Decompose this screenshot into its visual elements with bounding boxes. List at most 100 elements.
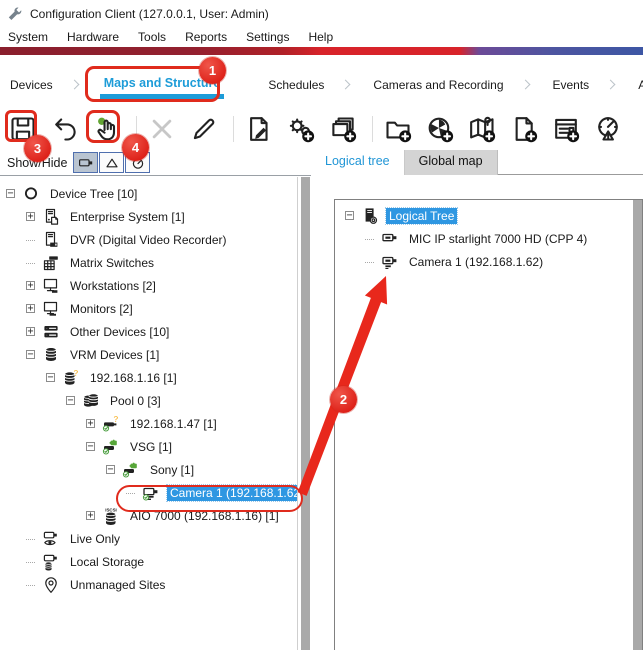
tree-item-label: Sony [1]	[147, 462, 197, 478]
tree-item-label: VSG [1]	[127, 439, 175, 455]
tree-item[interactable]: + Monitors [2]	[0, 297, 297, 320]
tree-item[interactable]: − Device Tree [10]	[0, 182, 297, 205]
tree-item[interactable]: − Logical Tree	[335, 204, 642, 227]
tree-item-icon	[41, 277, 60, 295]
menu-help[interactable]: Help	[308, 30, 333, 44]
tree-item[interactable]: Unmanaged Sites	[0, 573, 297, 596]
tree-item[interactable]: Live Only	[0, 527, 297, 550]
menu-reports[interactable]: Reports	[185, 30, 227, 44]
tree-expander[interactable]: +	[26, 281, 35, 290]
add-resource-button[interactable]	[551, 114, 581, 144]
tree-item[interactable]: − VSG [1]	[0, 435, 297, 458]
tree-item-icon	[380, 253, 399, 271]
chevron-right-icon	[341, 80, 351, 90]
tree-item[interactable]: Camera 1 (192.168.1.62)	[0, 481, 297, 504]
tree-item-label: Device Tree [10]	[47, 186, 140, 202]
tree-item-icon	[41, 553, 60, 571]
show-hide-bar: Show/Hide	[0, 150, 311, 176]
add-sequence-button[interactable]	[425, 114, 455, 144]
tree-item[interactable]: Matrix Switches	[0, 251, 297, 274]
tree-expander[interactable]: −	[345, 211, 354, 220]
pan-select-button[interactable]	[92, 114, 122, 144]
add-folder-button[interactable]	[383, 114, 413, 144]
tree-item-label: Pool 0 [3]	[107, 393, 164, 409]
tree-expander[interactable]: +	[26, 212, 35, 221]
add-map-button[interactable]	[467, 114, 497, 144]
menu-system[interactable]: System	[8, 30, 48, 44]
tree-item[interactable]: + ? 192.168.1.47 [1]	[0, 412, 297, 435]
tree-item-label: VRM Devices [1]	[67, 347, 162, 363]
tree-item-icon	[21, 185, 40, 203]
delete-button[interactable]	[147, 114, 177, 144]
tree-expander	[26, 585, 35, 586]
add-copies-button[interactable]	[328, 114, 358, 144]
svg-text:iSCSI: iSCSI	[105, 507, 116, 512]
edit-button[interactable]	[189, 114, 219, 144]
tree-item-label: AIO 7000 (192.168.1.16) [1]	[127, 508, 282, 524]
configuration-client-window: Configuration Client (127.0.0.1, User: A…	[0, 0, 643, 650]
tab-maps-and-structure[interactable]: Maps and Structure	[104, 76, 221, 90]
tree-item-label: Other Devices [10]	[67, 324, 172, 340]
tab-alarms[interactable]: Alarms	[638, 78, 643, 92]
device-tree-scrollbar[interactable]	[301, 177, 310, 650]
tab-logical-tree[interactable]: Logical tree	[311, 150, 405, 175]
chevron-right-icon	[606, 80, 616, 90]
save-button[interactable]	[8, 114, 38, 144]
tree-expander[interactable]: −	[6, 189, 15, 198]
tree-expander[interactable]: +	[86, 511, 95, 520]
tree-expander[interactable]: −	[106, 465, 115, 474]
svg-text:?: ?	[113, 415, 118, 424]
tree-expander[interactable]: −	[46, 373, 55, 382]
device-tree: − Device Tree [10] + Enterprise System […	[0, 177, 298, 650]
tab-schedules[interactable]: Schedules	[268, 78, 324, 92]
tree-item[interactable]: MIC IP starlight 7000 HD (CPP 4)	[335, 227, 642, 250]
tab-events[interactable]: Events	[553, 78, 590, 92]
tree-item-icon: ?	[61, 369, 80, 387]
tree-item[interactable]: Camera 1 (192.168.1.62)	[335, 250, 642, 273]
selected-tab-underline	[100, 94, 225, 99]
tab-cameras-and-recording[interactable]: Cameras and Recording	[373, 78, 503, 92]
tree-item[interactable]: + Workstations [2]	[0, 274, 297, 297]
tree-item-label: Monitors [2]	[67, 301, 136, 317]
undo-button[interactable]	[50, 114, 80, 144]
tree-item[interactable]: Local Storage	[0, 550, 297, 573]
tree-item[interactable]: − VRM Devices [1]	[0, 343, 297, 366]
filter-cameras-toggle[interactable]	[73, 152, 98, 173]
tree-item[interactable]: + Enterprise System [1]	[0, 205, 297, 228]
tab-global-map[interactable]: Global map	[405, 150, 498, 175]
add-document-button[interactable]	[509, 114, 539, 144]
tree-expander[interactable]: −	[26, 350, 35, 359]
menu-tools[interactable]: Tools	[138, 30, 166, 44]
toolbar-separator	[233, 116, 234, 142]
tree-expander[interactable]: +	[86, 419, 95, 428]
tree-item[interactable]: − Sony [1]	[0, 458, 297, 481]
tree-item-icon	[360, 207, 379, 225]
menu-settings[interactable]: Settings	[246, 30, 289, 44]
tree-expander[interactable]: +	[26, 304, 35, 313]
tree-item-icon	[41, 300, 60, 318]
wrench-icon	[7, 6, 23, 22]
tree-item-label: Unmanaged Sites	[67, 577, 168, 593]
structure-panel: Logical treeGlobal map − Logical Tree MI…	[311, 150, 643, 650]
edit-resource-button[interactable]	[244, 114, 274, 144]
tab-devices[interactable]: Devices	[10, 78, 53, 92]
menu-hardware[interactable]: Hardware	[67, 30, 119, 44]
tree-item-icon	[141, 484, 160, 502]
tree-item-icon	[41, 576, 60, 594]
filter-relays-toggle[interactable]	[99, 152, 124, 173]
tree-item[interactable]: − ? 192.168.1.16 [1]	[0, 366, 297, 389]
tree-item-icon	[41, 323, 60, 341]
tree-item-label: Workstations [2]	[67, 278, 159, 294]
tree-item[interactable]: + iSCSI AIO 7000 (192.168.1.16) [1]	[0, 504, 297, 527]
add-settings-button[interactable]	[286, 114, 316, 144]
tree-item[interactable]: DVR (Digital Video Recorder)	[0, 228, 297, 251]
tree-expander[interactable]: +	[26, 327, 35, 336]
tree-expander[interactable]: −	[86, 442, 95, 451]
device-tree-panel: Show/Hide − Device Tree [10] + Enterpris…	[0, 150, 311, 650]
malfunction-relay-button[interactable]	[593, 114, 623, 144]
filter-schedules-toggle[interactable]	[125, 152, 150, 173]
tree-expander[interactable]: −	[66, 396, 75, 405]
logical-tree-scrollbar[interactable]	[633, 200, 642, 650]
tree-item[interactable]: − Pool 0 [3]	[0, 389, 297, 412]
tree-item[interactable]: + Other Devices [10]	[0, 320, 297, 343]
